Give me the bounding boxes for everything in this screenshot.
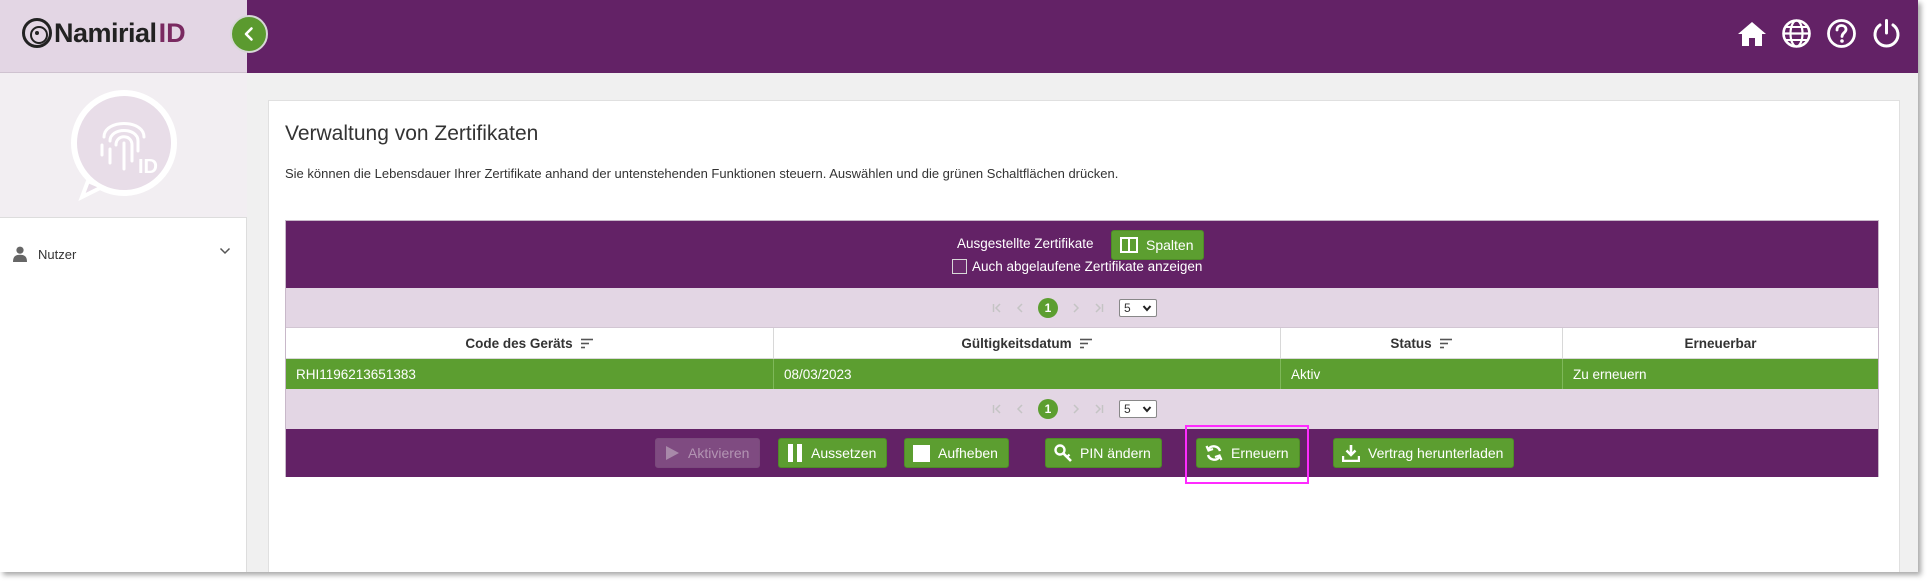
key-icon <box>1054 444 1072 462</box>
user-icon <box>13 246 27 262</box>
column-header-valid-date[interactable]: Gültigkeitsdatum <box>774 328 1281 359</box>
last-page-button[interactable] <box>1087 297 1109 319</box>
table-row[interactable]: RHI1196213651383 08/03/2023 Aktiv Zu ern… <box>286 359 1878 389</box>
avatar-area: ID <box>0 73 247 218</box>
show-expired-toggle: Auch abgelaufene Zertifikate anzeigen <box>952 259 1202 274</box>
renew-button[interactable]: Erneuern <box>1196 438 1300 468</box>
chevron-right-icon <box>1073 303 1080 313</box>
column-header-label: Status <box>1390 336 1432 351</box>
column-header-renewable[interactable]: Erneuerbar <box>1563 328 1878 359</box>
panel-title: Ausgestellte Zertifikate <box>957 236 1094 251</box>
sort-icon <box>580 338 593 349</box>
column-header-label: Gültigkeitsdatum <box>961 336 1072 351</box>
show-expired-label: Auch abgelaufene Zertifikate anzeigen <box>972 259 1203 274</box>
columns-button-label: Spalten <box>1146 237 1194 253</box>
column-header-device-code[interactable]: Code des Geräts <box>286 328 774 359</box>
column-header-status[interactable]: Status <box>1281 328 1563 359</box>
logout-button[interactable] <box>1871 18 1902 49</box>
page-size-select[interactable]: 5 <box>1119 299 1157 317</box>
help-button[interactable] <box>1826 18 1857 49</box>
columns-icon <box>1120 237 1138 253</box>
revoke-button-label: Aufheben <box>938 445 998 461</box>
logo-name: Namirial <box>54 17 157 48</box>
chevron-left-icon <box>244 27 253 41</box>
revoke-button[interactable]: Aufheben <box>904 438 1009 468</box>
chevron-right-icon <box>1073 404 1080 414</box>
sort-icon <box>1439 338 1452 349</box>
chevron-left-icon <box>1016 303 1023 313</box>
page-title: Verwaltung von Zertifikaten <box>285 122 539 145</box>
first-page-icon <box>992 404 1001 414</box>
pause-icon <box>788 444 802 462</box>
chevron-down-icon <box>1142 406 1152 413</box>
panel-header: Ausgestellte Zertifikate Spalten Auch ab… <box>286 221 1878 288</box>
prev-page-button[interactable] <box>1009 398 1031 420</box>
download-contract-button-label: Vertrag herunterladen <box>1368 445 1504 461</box>
page-description: Sie können die Lebensdauer Ihrer Zertifi… <box>285 166 1119 181</box>
last-page-icon <box>1095 404 1104 414</box>
page-size-select[interactable]: 5 <box>1119 400 1157 418</box>
column-header-label: Erneuerbar <box>1684 336 1757 351</box>
first-page-icon <box>992 303 1001 313</box>
sidebar-item-user[interactable]: Nutzer <box>0 236 247 272</box>
renew-button-label: Erneuern <box>1231 445 1289 461</box>
collapse-sidebar-button[interactable] <box>230 15 268 53</box>
suspend-button[interactable]: Aussetzen <box>778 438 888 468</box>
refresh-icon <box>1205 445 1223 461</box>
pager-top: 1 5 <box>286 288 1878 328</box>
download-icon <box>1342 445 1360 462</box>
svg-text:ID: ID <box>138 156 158 178</box>
page-size-value: 5 <box>1124 301 1131 315</box>
last-page-button[interactable] <box>1087 398 1109 420</box>
sidebar: ID Nutzer <box>0 73 247 572</box>
globe-icon <box>1782 19 1811 48</box>
logo-suffix: ID <box>158 17 186 48</box>
power-icon <box>1873 19 1900 48</box>
home-icon <box>1737 21 1766 46</box>
chevron-down-icon <box>219 247 231 255</box>
columns-button[interactable]: Spalten <box>1111 230 1205 260</box>
page-number-button[interactable]: 1 <box>1038 298 1058 318</box>
suspend-button-label: Aussetzen <box>811 445 877 461</box>
next-page-button[interactable] <box>1065 297 1087 319</box>
cell-valid-date: 08/03/2023 <box>774 359 1281 389</box>
next-page-button[interactable] <box>1065 398 1087 420</box>
change-pin-button-label: PIN ändern <box>1080 445 1151 461</box>
page-size-value: 5 <box>1124 402 1131 416</box>
certificates-panel: Ausgestellte Zertifikate Spalten Auch ab… <box>285 220 1879 477</box>
last-page-icon <box>1095 303 1104 313</box>
sort-icon <box>1079 338 1092 349</box>
logo-mark-icon <box>22 18 52 48</box>
change-pin-button[interactable]: PIN ändern <box>1045 438 1162 468</box>
sidebar-item-label: Nutzer <box>38 246 77 262</box>
cell-device-code: RHI1196213651383 <box>286 359 774 389</box>
app-window: Namirial ID ID Nutzer Verwaltung von Zer… <box>0 0 1918 572</box>
user-avatar-icon: ID <box>70 90 177 201</box>
brand-area: Namirial ID <box>0 0 247 73</box>
activate-button-label: Aktivieren <box>688 445 750 461</box>
top-icons <box>1736 18 1902 49</box>
play-icon <box>666 446 679 460</box>
cell-renewable: Zu erneuern <box>1573 366 1647 382</box>
actions-bar: Aktivieren Aussetzen Aufheben PIN ändern… <box>286 429 1878 477</box>
stop-icon <box>913 444 930 462</box>
activate-button[interactable]: Aktivieren <box>655 438 761 468</box>
language-button[interactable] <box>1781 18 1812 49</box>
column-header-label: Code des Geräts <box>465 336 573 351</box>
prev-page-button[interactable] <box>1009 297 1031 319</box>
cell-status: Aktiv <box>1281 359 1563 389</box>
first-page-button[interactable] <box>987 297 1009 319</box>
chevron-down-icon <box>1142 305 1152 312</box>
pager-bottom: 1 5 <box>286 389 1878 429</box>
namirial-id-logo[interactable]: Namirial ID <box>22 15 186 51</box>
table-header: Code des Geräts Gültigkeitsdatum Status … <box>286 328 1878 359</box>
top-bar: Namirial ID <box>0 0 1918 73</box>
first-page-button[interactable] <box>987 398 1009 420</box>
page-number-button[interactable]: 1 <box>1038 399 1058 419</box>
chevron-left-icon <box>1016 404 1023 414</box>
download-contract-button[interactable]: Vertrag herunterladen <box>1333 438 1515 468</box>
help-icon <box>1827 19 1856 48</box>
home-button[interactable] <box>1736 18 1767 49</box>
show-expired-checkbox[interactable] <box>952 259 967 274</box>
